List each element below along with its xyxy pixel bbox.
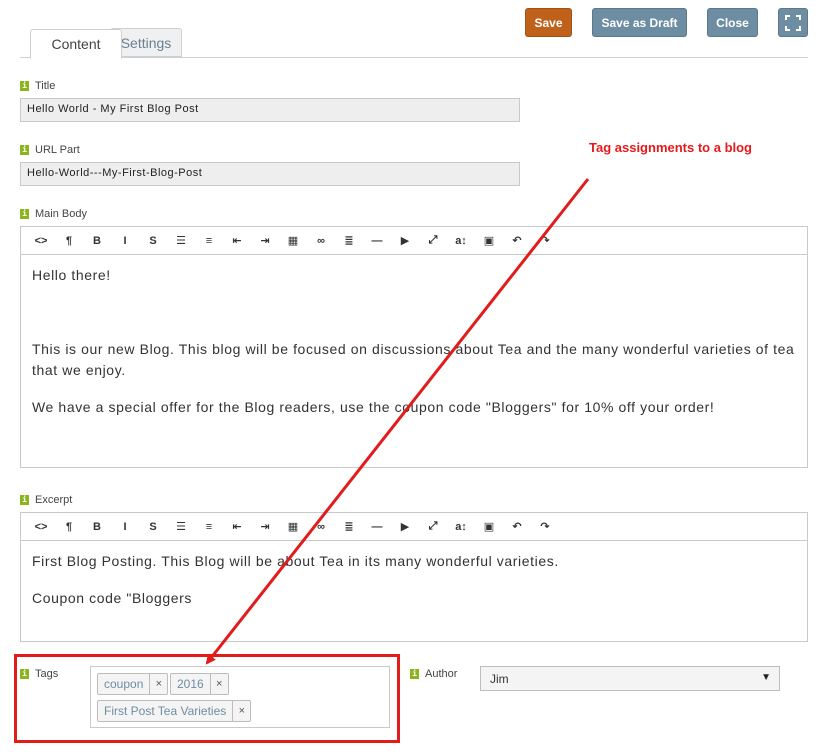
font-size-icon[interactable]: a↕ <box>447 521 475 533</box>
paragraph-icon[interactable]: ¶ <box>55 235 83 247</box>
horizontal-rule-icon[interactable]: — <box>363 521 391 533</box>
body-paragraph: This is our new Blog. This blog will be … <box>32 341 795 378</box>
url-part-input[interactable]: Hello-World---My-First-Blog-Post <box>20 162 520 186</box>
table-icon[interactable]: ▦ <box>279 520 307 533</box>
annotation-highlight-box <box>14 654 400 743</box>
strikethrough-icon[interactable]: S <box>139 521 167 533</box>
tab-content[interactable]: Content <box>30 29 122 59</box>
link-icon[interactable]: ∞ <box>307 521 335 533</box>
main-body-label: i Main Body <box>20 207 87 221</box>
align-icon[interactable]: ≣ <box>335 234 363 247</box>
table-icon[interactable]: ▦ <box>279 234 307 247</box>
code-view-icon[interactable]: <> <box>27 235 55 247</box>
ordered-list-icon[interactable]: ≡ <box>195 521 223 533</box>
horizontal-rule-icon[interactable]: — <box>363 235 391 247</box>
info-icon[interactable]: i <box>20 145 29 155</box>
main-body-toolbar: <> ¶ B I S ☰ ≡ ⇤ ⇥ ▦ ∞ ≣ — ▶ ⤢ a↕ ▣ ↶ ↷ <box>21 227 807 255</box>
author-label: i Author <box>410 667 457 681</box>
excerpt-content[interactable]: First Blog Posting. This Blog will be ab… <box>21 541 807 635</box>
italic-icon[interactable]: I <box>111 235 139 247</box>
author-select[interactable]: Jim ▼ <box>480 666 780 691</box>
excerpt-label: i Excerpt <box>20 493 72 507</box>
undo-icon[interactable]: ↶ <box>503 520 531 533</box>
body-paragraph: Hello there! <box>32 267 111 283</box>
main-body-content[interactable]: Hello there! This is our new Blog. This … <box>21 255 807 444</box>
info-icon[interactable]: i <box>20 209 29 219</box>
excerpt-paragraph: First Blog Posting. This Blog will be ab… <box>32 553 559 569</box>
info-icon[interactable]: i <box>410 669 419 679</box>
outdent-icon[interactable]: ⇤ <box>223 520 251 533</box>
unordered-list-icon[interactable]: ☰ <box>167 234 195 247</box>
excerpt-paragraph: Coupon code "Bloggers <box>32 590 193 606</box>
bold-icon[interactable]: B <box>83 521 111 533</box>
redo-icon[interactable]: ↷ <box>531 520 559 533</box>
annotation-text: Tag assignments to a blog <box>589 140 753 155</box>
bold-icon[interactable]: B <box>83 235 111 247</box>
redo-icon[interactable]: ↷ <box>531 234 559 247</box>
italic-icon[interactable]: I <box>111 521 139 533</box>
outdent-icon[interactable]: ⇤ <box>223 234 251 247</box>
undo-icon[interactable]: ↶ <box>503 234 531 247</box>
fullscreen-icon[interactable]: ⤢ <box>419 520 447 533</box>
ordered-list-icon[interactable]: ≡ <box>195 235 223 247</box>
dropdown-arrow-icon: ▼ <box>761 672 771 683</box>
info-icon[interactable]: i <box>20 81 29 91</box>
tab-bar: Settings Content <box>20 28 808 59</box>
video-icon[interactable]: ▶ <box>391 234 419 247</box>
title-label: i Title <box>20 79 55 93</box>
unordered-list-icon[interactable]: ☰ <box>167 520 195 533</box>
url-part-label: i URL Part <box>20 143 80 157</box>
paragraph-icon[interactable]: ¶ <box>55 521 83 533</box>
info-icon[interactable]: i <box>20 495 29 505</box>
font-size-icon[interactable]: a↕ <box>447 235 475 247</box>
indent-icon[interactable]: ⇥ <box>251 234 279 247</box>
indent-icon[interactable]: ⇥ <box>251 520 279 533</box>
body-paragraph: We have a special offer for the Blog rea… <box>32 399 715 415</box>
image-icon[interactable]: ▣ <box>475 234 503 247</box>
align-icon[interactable]: ≣ <box>335 520 363 533</box>
main-body-editor[interactable]: <> ¶ B I S ☰ ≡ ⇤ ⇥ ▦ ∞ ≣ — ▶ ⤢ a↕ ▣ ↶ ↷ Hello there! This … <box>20 226 808 468</box>
fullscreen-icon[interactable]: ⤢ <box>419 234 447 247</box>
image-icon[interactable]: ▣ <box>475 520 503 533</box>
excerpt-editor[interactable]: <> ¶ B I S ☰ ≡ ⇤ ⇥ ▦ ∞ ≣ — ▶ ⤢ a↕ ▣ ↶ ↷ First Blog Posting… <box>20 512 808 642</box>
link-icon[interactable]: ∞ <box>307 235 335 247</box>
excerpt-toolbar: <> ¶ B I S ☰ ≡ ⇤ ⇥ ▦ ∞ ≣ — ▶ ⤢ a↕ ▣ ↶ ↷ <box>21 513 807 541</box>
empty-paragraph <box>32 302 796 323</box>
strikethrough-icon[interactable]: S <box>139 235 167 247</box>
title-input[interactable]: Hello World - My First Blog Post <box>20 98 520 122</box>
code-view-icon[interactable]: <> <box>27 521 55 533</box>
video-icon[interactable]: ▶ <box>391 520 419 533</box>
